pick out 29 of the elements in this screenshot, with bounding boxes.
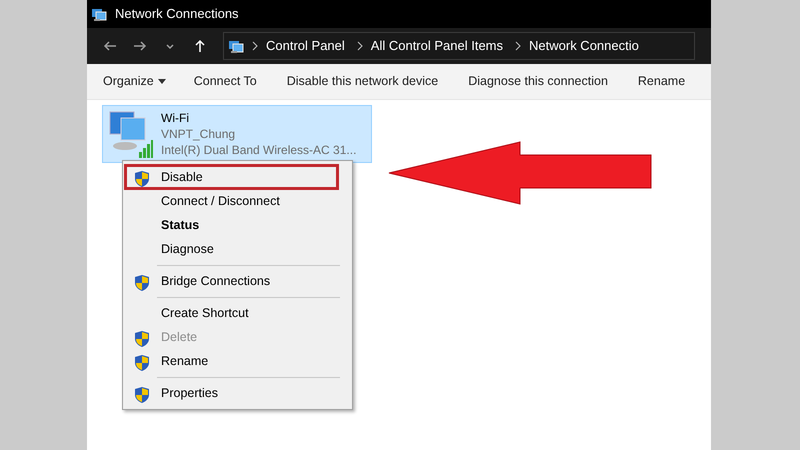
- menu-item[interactable]: Diagnose: [125, 237, 350, 261]
- menu-item[interactable]: Status: [125, 213, 350, 237]
- network-folder-icon: [228, 38, 244, 54]
- toolbar-button[interactable]: Rename: [638, 72, 686, 91]
- menu-item[interactable]: Rename: [125, 349, 350, 373]
- window-title: Network Connections: [115, 5, 239, 24]
- toolbar-button[interactable]: Disable this network device: [286, 72, 438, 91]
- breadcrumb-item[interactable]: All Control Panel Items: [370, 36, 504, 56]
- menu-item[interactable]: Create Shortcut: [125, 301, 350, 325]
- breadcrumb-item[interactable]: Network Connectio: [529, 36, 639, 56]
- menu-item[interactable]: Properties: [125, 381, 350, 405]
- menu-item[interactable]: Bridge Connections: [125, 269, 350, 293]
- connection-tile[interactable]: Wi-Fi VNPT_Chung Intel(R) Dual Band Wireless-AC 31...: [102, 105, 372, 163]
- chevron-right-icon: [356, 41, 363, 51]
- chevron-right-icon: [515, 41, 522, 51]
- network-name: VNPT_Chung: [161, 126, 236, 142]
- adapter-name: Intel(R) Dual Band Wireless-AC 31...: [161, 142, 356, 158]
- back-icon[interactable]: [103, 39, 117, 53]
- up-icon[interactable]: [193, 39, 207, 53]
- breadcrumb-item[interactable]: Control Panel: [266, 36, 345, 56]
- network-folder-icon: [91, 6, 107, 22]
- menu-item[interactable]: Disable: [125, 165, 338, 189]
- connection-name: Wi-Fi: [161, 110, 190, 126]
- toolbar-button[interactable]: Diagnose this connection: [468, 72, 608, 91]
- forward-icon[interactable]: [133, 39, 147, 53]
- toolbar-button[interactable]: Organize: [103, 72, 166, 91]
- chevron-right-icon: [252, 41, 258, 51]
- toolbar-button[interactable]: Connect To: [194, 72, 257, 91]
- menu-item[interactable]: Connect / Disconnect: [125, 189, 350, 213]
